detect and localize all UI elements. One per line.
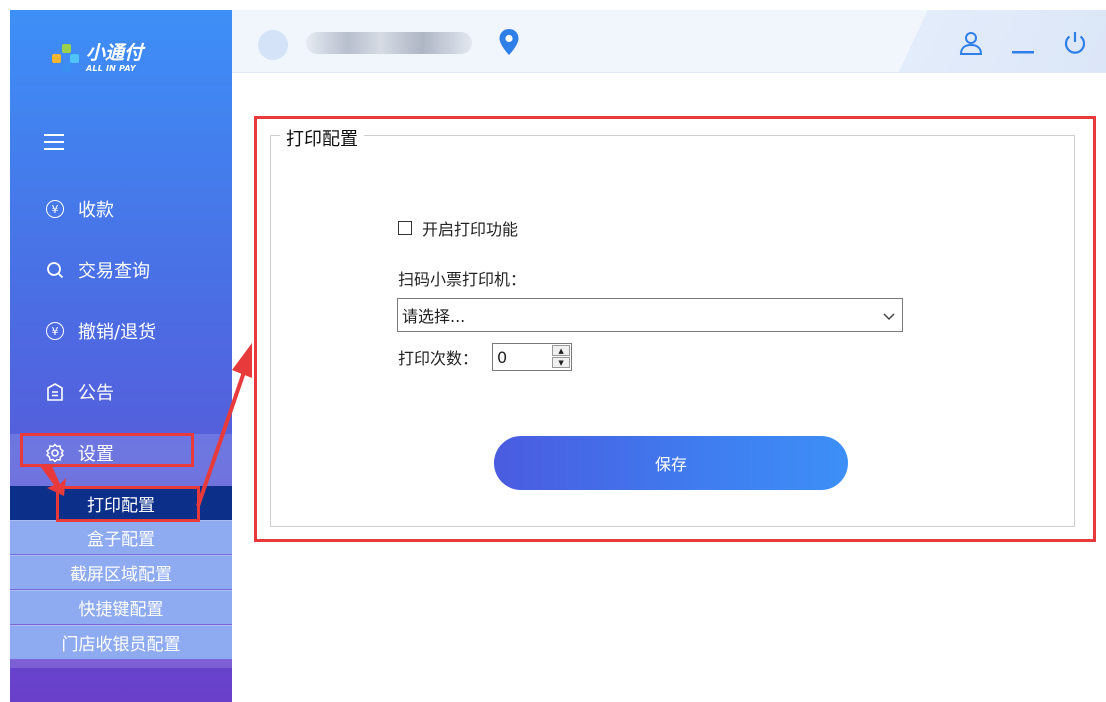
annotation-arrows (40, 343, 252, 507)
